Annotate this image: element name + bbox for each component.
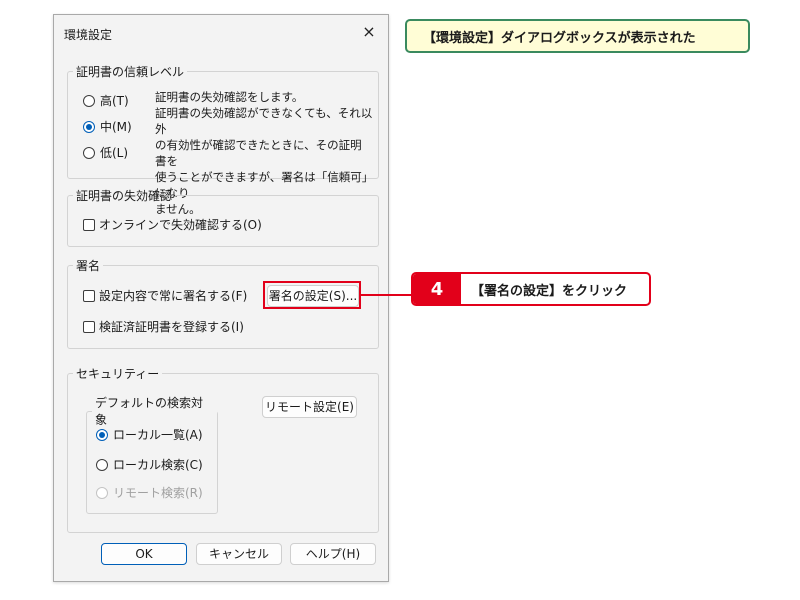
- search-local-search-radio[interactable]: ローカル検索(C): [96, 456, 203, 473]
- checkbox-icon: [83, 218, 95, 231]
- search-local-search-label: ローカル検索(C): [113, 458, 203, 472]
- search-local-list-radio[interactable]: ローカル一覧(A): [96, 426, 203, 443]
- ok-button[interactable]: OK: [101, 543, 187, 565]
- checkbox-icon: [83, 320, 95, 333]
- search-remote-label: リモート検索(R): [113, 486, 203, 500]
- step-callout: 4 【署名の設定】をクリック: [411, 272, 651, 306]
- signature-legend: 署名: [76, 259, 101, 273]
- step-instruction: 【署名の設定】をクリック: [471, 283, 628, 299]
- callout-connector: [361, 294, 413, 296]
- trust-description-line: の有効性が確認できたときに、その証明書を: [155, 138, 362, 168]
- trust-low-radio[interactable]: 低(L): [83, 144, 128, 161]
- step-number: 4: [413, 274, 461, 304]
- security-legend: セキュリティー: [76, 367, 160, 381]
- radio-selected-icon: [96, 428, 108, 441]
- online-revocation-label: オンラインで失効確認する(O): [99, 218, 262, 232]
- checkbox-icon: [83, 289, 95, 302]
- register-verified-label: 検証済証明書を登録する(I): [99, 320, 244, 334]
- trust-high-label: 高(T): [100, 94, 129, 108]
- always-sign-checkbox[interactable]: 設定内容で常に署名する(F): [83, 287, 247, 304]
- highlight-frame: [263, 281, 361, 309]
- dialog-title: 環境設定: [64, 28, 113, 42]
- trust-description-line: 証明書の失効確認をします。: [155, 90, 304, 104]
- trust-description-line: 証明書の失効確認ができなくても、それ以外: [155, 106, 373, 136]
- radio-icon: [83, 146, 95, 159]
- remote-settings-button[interactable]: リモート設定(E): [262, 396, 357, 418]
- radio-selected-icon: [83, 120, 95, 133]
- register-verified-checkbox[interactable]: 検証済証明書を登録する(I): [83, 318, 244, 335]
- trust-medium-label: 中(M): [100, 120, 132, 134]
- trust-level-legend: 証明書の信頼レベル: [76, 65, 185, 79]
- online-revocation-checkbox[interactable]: オンラインで失効確認する(O): [83, 216, 262, 233]
- trust-low-label: 低(L): [100, 146, 129, 160]
- search-local-list-label: ローカル一覧(A): [113, 428, 203, 442]
- cancel-button[interactable]: キャンセル: [196, 543, 282, 565]
- trust-medium-radio[interactable]: 中(M): [83, 118, 132, 135]
- help-button[interactable]: ヘルプ(H): [290, 543, 376, 565]
- close-icon[interactable]: ×: [358, 21, 380, 43]
- radio-icon: [83, 94, 95, 107]
- status-callout-text: 【環境設定】ダイアログボックスが表示された: [423, 30, 696, 46]
- radio-icon: [96, 458, 108, 471]
- search-remote-radio: リモート検索(R): [96, 484, 203, 501]
- revocation-legend: 証明書の失効確認: [76, 189, 173, 203]
- search-target-legend: デフォルトの検索対象: [95, 396, 204, 427]
- radio-disabled-icon: [96, 486, 108, 499]
- trust-high-radio[interactable]: 高(T): [83, 92, 129, 109]
- status-callout: 【環境設定】ダイアログボックスが表示された: [405, 19, 750, 53]
- always-sign-label: 設定内容で常に署名する(F): [99, 289, 248, 303]
